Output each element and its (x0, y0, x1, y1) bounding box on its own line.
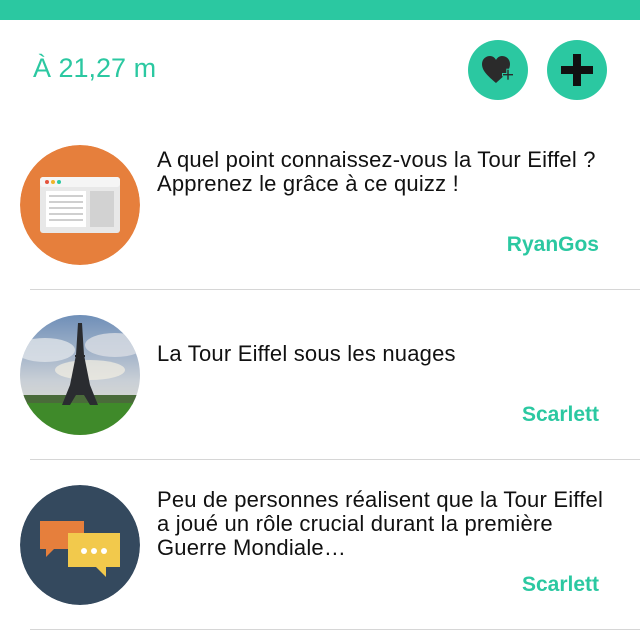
item-thumbnail (20, 145, 140, 265)
favorite-button[interactable] (468, 40, 528, 100)
item-author[interactable]: Scarlett (522, 573, 599, 597)
distance-label: À 21,27 m (33, 53, 157, 83)
plus-icon (561, 54, 593, 86)
list-item[interactable]: Peu de personnes réalisent que la Tour E… (0, 460, 640, 630)
item-title: A quel point connaissez-vous la Tour Eif… (157, 147, 596, 196)
item-thumbnail (20, 315, 140, 435)
list-item[interactable]: La Tour Eiffel sous les nuages Scarlett (0, 290, 640, 460)
item-title: La Tour Eiffel sous les nuages (157, 341, 456, 366)
item-title: Peu de personnes réalisent que la Tour E… (157, 487, 604, 560)
list-item[interactable]: A quel point connaissez-vous la Tour Eif… (0, 120, 640, 290)
status-bar (0, 0, 640, 20)
header: À 21,27 m (0, 20, 640, 120)
heart-plus-icon (482, 56, 514, 83)
browser-window-icon (20, 145, 140, 265)
item-author[interactable]: Scarlett (522, 403, 599, 427)
add-button[interactable] (547, 40, 607, 100)
item-author[interactable]: RyanGos (507, 233, 599, 257)
chat-bubbles-icon (20, 485, 140, 605)
divider (30, 629, 640, 630)
eiffel-tower-photo (20, 315, 140, 435)
item-thumbnail (20, 485, 140, 605)
